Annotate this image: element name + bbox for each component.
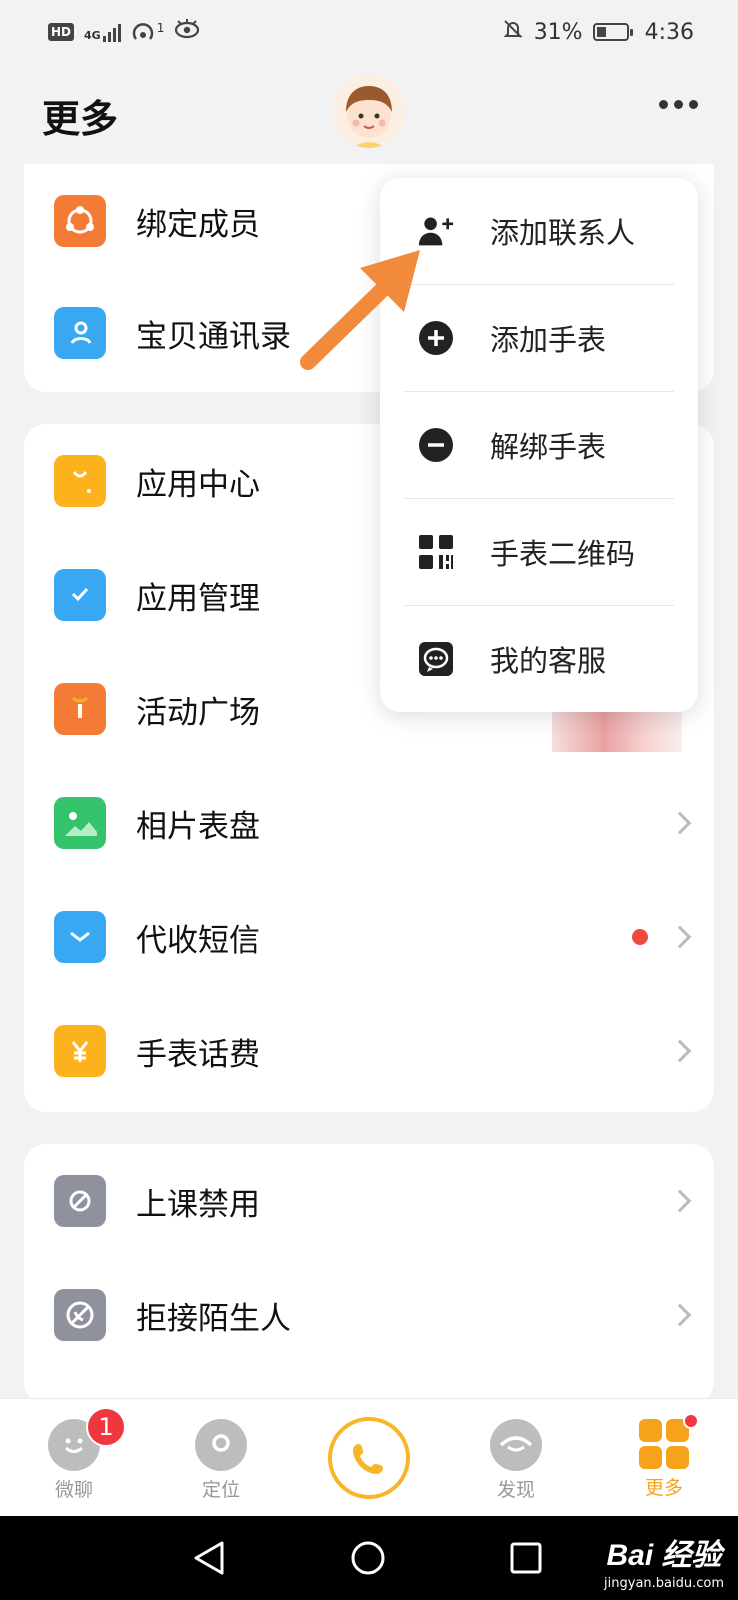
list-item-phone-bill[interactable]: 手表话费 — [24, 994, 714, 1108]
signal-icon: 4G — [84, 22, 121, 42]
eye-icon — [174, 19, 200, 45]
system-nav-bar: Bai 经验 jingyan.baidu.com — [0, 1516, 738, 1600]
contacts-book-icon — [54, 307, 106, 359]
tab-label: 更多 — [644, 1477, 683, 1499]
qr-code-icon — [418, 534, 454, 570]
chevron-right-icon — [668, 925, 692, 949]
unread-dot — [632, 929, 648, 945]
avatar[interactable] — [332, 74, 406, 148]
reject-call-icon — [54, 1289, 106, 1341]
check-manage-icon — [54, 569, 106, 621]
restrictions-card: 上课禁用 拒接陌生人 — [24, 1144, 714, 1404]
tab-more[interactable]: 更多 — [614, 1413, 714, 1500]
list-item-sms[interactable]: 代收短信 — [24, 880, 714, 994]
list-item-label: 拒接陌生人 — [136, 1300, 291, 1337]
baidu-watermark: Bai 经验 jingyan.baidu.com — [604, 1539, 724, 1591]
notification-dot — [683, 1413, 699, 1429]
call-button[interactable] — [328, 1417, 410, 1499]
list-item-label: 相片表盘 — [136, 808, 260, 845]
watch-disable-icon — [54, 1175, 106, 1227]
list-item-photo-dial[interactable]: 相片表盘 — [24, 766, 714, 880]
tab-discover[interactable]: 发现 — [466, 1419, 566, 1502]
menu-item-label: 添加联系人 — [490, 216, 636, 250]
tab-label: 微聊 — [54, 1479, 93, 1501]
discover-eye-icon — [490, 1419, 542, 1471]
home-button[interactable] — [350, 1540, 386, 1580]
recents-square-icon — [510, 1542, 542, 1574]
hd-icon: HD — [48, 23, 75, 41]
plus-circle-icon — [418, 320, 454, 356]
grid-more-icon — [639, 1413, 699, 1469]
photo-icon — [54, 797, 106, 849]
shopping-bag-icon — [54, 455, 106, 507]
list-item-class-disable[interactable]: 上课禁用 — [24, 1144, 714, 1258]
tab-label: 发现 — [496, 1479, 535, 1501]
list-item-label: 宝贝通讯录 — [136, 318, 291, 355]
customer-service-icon — [418, 641, 454, 677]
yuan-icon — [54, 1025, 106, 1077]
menu-item-unbind-watch[interactable]: 解绑手表 — [380, 392, 698, 498]
bottom-tab-bar: 1 微聊 定位 发现 更多 — [0, 1398, 738, 1516]
menu-item-customer-service[interactable]: 我的客服 — [380, 606, 698, 712]
menu-item-add-contact[interactable]: 添加联系人 — [380, 178, 698, 284]
chevron-right-icon — [668, 1303, 692, 1327]
menu-item-label: 手表二维码 — [490, 537, 636, 571]
tab-chat[interactable]: 1 微聊 — [24, 1407, 126, 1502]
back-triangle-icon — [194, 1541, 224, 1575]
chevron-right-icon — [668, 1039, 692, 1063]
chevron-right-icon — [668, 811, 692, 835]
list-item-label: 上课禁用 — [136, 1186, 260, 1223]
back-button[interactable] — [192, 1540, 226, 1580]
status-bar: HD 4G 1 31% 4:36 — [0, 0, 738, 64]
menu-item-label: 解绑手表 — [490, 430, 607, 464]
battery-percent: 31% — [533, 19, 583, 45]
recents-button[interactable] — [510, 1542, 542, 1578]
list-item-label: 活动广场 — [136, 694, 260, 731]
menu-item-add-watch[interactable]: 添加手表 — [380, 285, 698, 391]
page-title: 更多 — [42, 97, 119, 141]
unread-badge: 1 — [86, 1407, 126, 1447]
list-item-label: 应用中心 — [136, 466, 260, 503]
clock: 4:36 — [644, 19, 694, 45]
home-circle-icon — [351, 1541, 385, 1575]
phone-icon — [353, 1444, 383, 1474]
menu-item-label: 我的客服 — [490, 644, 607, 678]
list-item-label: 绑定成员 — [136, 206, 260, 243]
list-item-label: 手表话费 — [136, 1036, 260, 1073]
gift-box-icon — [54, 683, 106, 735]
chat-smile-icon: 1 — [48, 1407, 126, 1471]
add-contact-icon — [418, 213, 454, 249]
mail-icon — [54, 911, 106, 963]
list-item-label: 代收短信 — [136, 922, 260, 959]
mute-bell-icon — [502, 18, 524, 46]
menu-item-label: 添加手表 — [490, 323, 607, 357]
battery-icon — [592, 23, 633, 41]
share-bind-icon — [54, 195, 106, 247]
list-item-label: 应用管理 — [136, 580, 260, 617]
more-options-button[interactable] — [659, 100, 698, 109]
location-pin-icon — [195, 1419, 247, 1471]
tab-location[interactable]: 定位 — [171, 1419, 271, 1502]
hotspot-icon: 1 — [131, 21, 164, 43]
minus-circle-icon — [418, 427, 454, 463]
menu-item-qr-code[interactable]: 手表二维码 — [380, 499, 698, 605]
chevron-right-icon — [668, 1189, 692, 1213]
list-item-reject-strangers[interactable]: 拒接陌生人 — [24, 1258, 714, 1372]
more-options-menu: 添加联系人 添加手表 解绑手表 手表二维码 我的客服 — [380, 178, 698, 712]
tab-label: 定位 — [201, 1479, 240, 1501]
